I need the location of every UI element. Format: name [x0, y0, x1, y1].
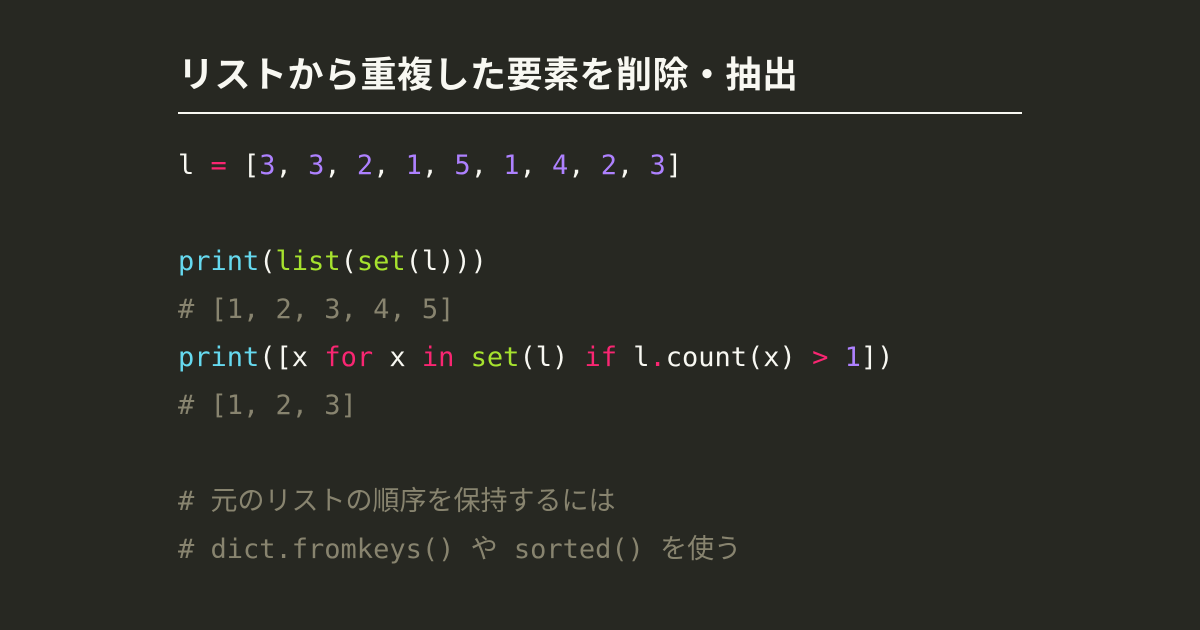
code-token: if	[584, 342, 617, 373]
code-token: ,	[324, 150, 357, 181]
page-container: リストから重複した要素を削除・抽出 l = [3, 3, 2, 1, 5, 1,…	[0, 0, 1200, 574]
code-token: ]	[666, 150, 682, 181]
code-block: l = [3, 3, 2, 1, 5, 1, 4, 2, 3] print(li…	[178, 142, 1022, 574]
code-token: 3	[650, 150, 666, 181]
code-token: 1	[503, 150, 519, 181]
code-token: 2	[601, 150, 617, 181]
code-token: (	[341, 246, 357, 277]
code-token: ,	[276, 150, 309, 181]
code-token: (l)	[519, 342, 584, 373]
code-token: l	[617, 342, 650, 373]
code-comment: # [1, 2, 3]	[178, 390, 357, 421]
code-token: 3	[308, 150, 324, 181]
code-token: set	[357, 246, 406, 277]
code-token: 3	[259, 150, 275, 181]
page-title: リストから重複した要素を削除・抽出	[178, 46, 1022, 114]
code-comment: # [1, 2, 3, 4, 5]	[178, 294, 454, 325]
code-token: (	[259, 246, 275, 277]
code-token: (l)))	[406, 246, 487, 277]
code-comment: # 元のリストの順序を保持するには	[178, 486, 616, 517]
code-token: ,	[617, 150, 650, 181]
code-token: ,	[568, 150, 601, 181]
code-token: 1	[845, 342, 861, 373]
code-token: set	[471, 342, 520, 373]
code-token: count(x)	[666, 342, 812, 373]
code-token: print	[178, 342, 259, 373]
code-comment: # dict.fromkeys() や sorted() を使う	[178, 534, 741, 565]
code-token: =	[211, 150, 227, 181]
code-token: 1	[406, 150, 422, 181]
code-token: for	[324, 342, 373, 373]
code-token: 2	[357, 150, 373, 181]
code-token: ])	[861, 342, 894, 373]
code-token: in	[422, 342, 455, 373]
code-token: ([x	[259, 342, 324, 373]
code-token: >	[812, 342, 828, 373]
code-token: print	[178, 246, 259, 277]
code-token: ,	[422, 150, 455, 181]
code-token: ,	[519, 150, 552, 181]
code-token: list	[276, 246, 341, 277]
code-token: 4	[552, 150, 568, 181]
code-token: 5	[454, 150, 470, 181]
code-token	[828, 342, 844, 373]
code-token: x	[373, 342, 422, 373]
code-token	[454, 342, 470, 373]
code-token: ,	[373, 150, 406, 181]
code-token: ,	[471, 150, 504, 181]
code-token: l	[178, 150, 211, 181]
code-token: .	[650, 342, 666, 373]
code-token: [	[227, 150, 260, 181]
